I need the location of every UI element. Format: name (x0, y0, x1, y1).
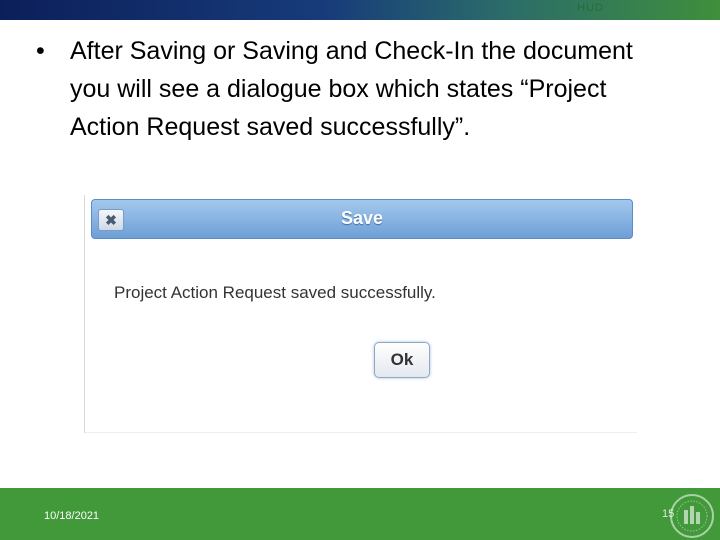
dialog-message: Project Action Request saved successfull… (114, 283, 436, 302)
ok-button[interactable]: Ok (374, 342, 430, 378)
dialog-title: Save (340, 208, 384, 228)
bullet-text: After Saving or Saving and Check-In the … (70, 37, 633, 141)
bullet-point: • After Saving or Saving and Check-In th… (36, 32, 676, 146)
hud-seal-icon (670, 494, 714, 538)
top-banner: HUD (0, 0, 720, 20)
dialog-header: ✖ Save (91, 199, 633, 239)
top-banner-label: HUD (577, 2, 604, 14)
footer-date: 10/18/2021 (44, 510, 100, 522)
dialog-screenshot: ✖ Save Project Action Request saved succ… (84, 195, 637, 433)
footer-bar: 10/18/2021 15 (0, 488, 720, 540)
bullet-symbol: • (36, 37, 45, 65)
